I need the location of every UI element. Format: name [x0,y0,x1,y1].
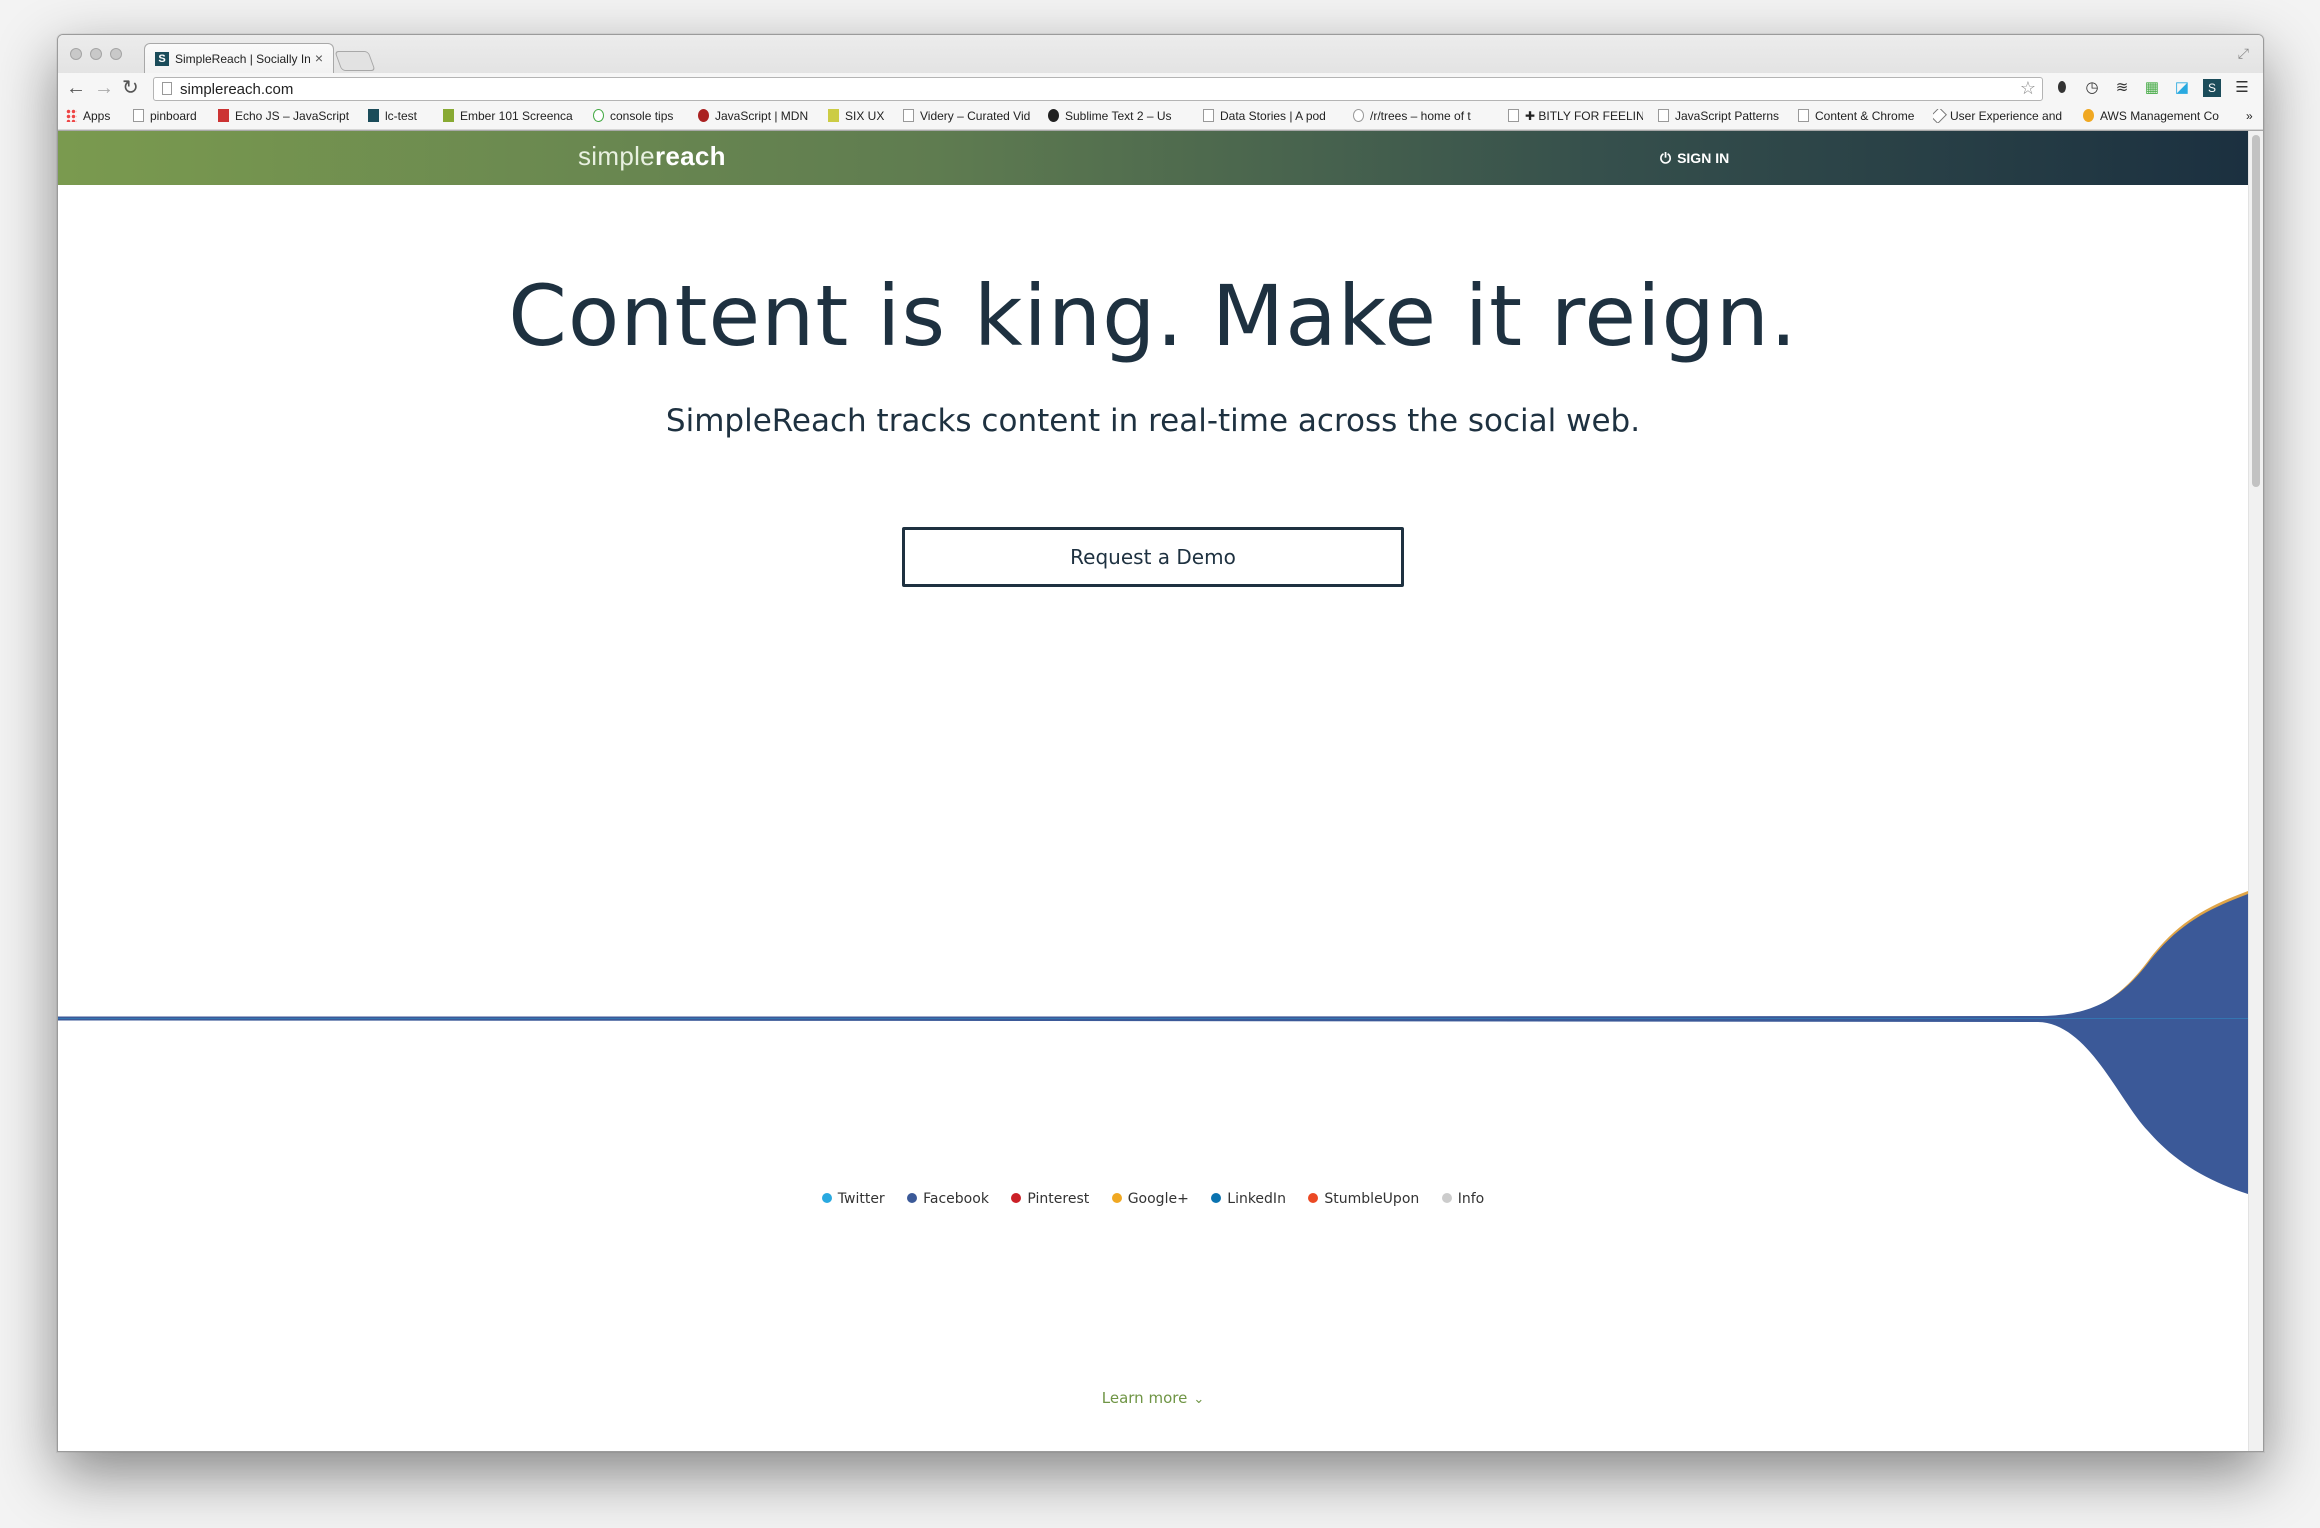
bookmark-six-ux[interactable]: SIX UX [828,109,890,123]
legend-item-facebook[interactable]: Facebook [907,1191,989,1207]
legend-item-twitter[interactable]: Twitter [821,1191,885,1207]
googleplus-stream [58,891,2248,1020]
stumbleupon-dot-icon [1308,1193,1319,1203]
legend-item-stumbleupon[interactable]: StumbleUpon [1308,1191,1419,1207]
browser-chrome: S SimpleReach | Socially Inte × ⤢ ← → ↻ … [58,35,2263,131]
bookmark-mdn[interactable]: JavaScript | MDN [698,109,813,123]
learn-more-link[interactable]: Learn more ⌄ [58,1389,2248,1407]
s-icon [368,109,379,122]
page-icon [1203,109,1214,122]
diamond-icon [1933,109,1947,123]
tab-title: SimpleReach | Socially Inte [175,52,310,66]
bookmark-user-experience[interactable]: User Experience and [1933,109,2068,123]
social-stream-graph [58,891,2248,1194]
bookmark-data-stories[interactable]: Data Stories | A pod [1203,109,1331,123]
bookmark-js-patterns[interactable]: JavaScript Patterns [1658,109,1788,123]
fullscreen-icon[interactable]: ⤢ [2238,45,2249,62]
hero-title: Content is king. Make it reign. [508,267,1798,365]
tab-close-icon[interactable]: × [315,50,323,66]
request-demo-button[interactable]: Request a Demo [902,527,1404,587]
zoom-window-button[interactable] [110,48,122,60]
twitter-stream [58,1018,2248,1019]
mdn-icon [698,109,709,122]
bookmark-apps[interactable]: Apps [66,109,122,123]
legend-item-googleplus[interactable]: Google+ [1111,1191,1189,1207]
bookmark-bitly[interactable]: ✚ BITLY FOR FEELING [1508,109,1643,123]
twitter-dot-icon [821,1193,832,1203]
github-icon [1048,109,1059,122]
page-icon [133,109,144,122]
reload-icon[interactable]: ↻ [122,78,139,98]
feather-extension-icon[interactable]: ◪ [2173,79,2191,97]
bookmark-videry[interactable]: Videry – Curated Vid [903,109,1033,123]
legend-item-pinterest[interactable]: Pinterest [1011,1191,1089,1207]
forward-icon[interactable]: → [94,78,114,98]
tab-strip: S SimpleReach | Socially Inte × ⤢ [58,35,2263,73]
apps-grid-icon [66,109,77,122]
facebook-dot-icon [907,1193,918,1203]
linkedin-dot-icon [1211,1193,1222,1203]
new-tab-button[interactable] [334,51,376,71]
bookmark-pinboard[interactable]: pinboard [133,109,203,123]
bookmark-console-tips[interactable]: console tips [593,109,683,123]
chrome-icon [593,109,604,122]
bookmark-aws[interactable]: AWS Management Co [2083,109,2223,123]
browser-toolbar: ← → ↻ simplereach.com ☆ ⬮ ◷ ≋ ▦ ◪ S ☰ [58,73,2263,105]
aws-icon [2083,109,2094,122]
page-icon [903,109,914,122]
stream-legend: Twitter Facebook Pinterest Google+ Linke… [58,1191,2248,1207]
legend-item-linkedin[interactable]: LinkedIn [1211,1191,1286,1207]
js-icon [218,109,229,122]
tab-simplereach[interactable]: S SimpleReach | Socially Inte × [144,43,334,73]
page-icon [1658,109,1669,122]
bookmark-content-chrome[interactable]: Content & Chrome [1798,109,1923,123]
power-icon: ⏻ [1660,150,1672,166]
page-scrollbar[interactable] [2248,131,2263,1451]
reddit-icon [1353,109,1364,122]
bookmark-sublime[interactable]: Sublime Text 2 – Us [1048,109,1178,123]
info-dot-icon [1441,1193,1452,1203]
address-bar[interactable]: simplereach.com ☆ [153,77,2043,101]
ember-icon [443,109,454,122]
six-icon [828,109,839,122]
simplereach-logo[interactable]: simplereach [578,141,726,172]
menu-icon[interactable]: ☰ [2233,79,2251,97]
legend-item-info[interactable]: Info [1441,1191,1484,1207]
bookmark-star-icon[interactable]: ☆ [2020,78,2036,99]
bookmark-reddit-trees[interactable]: /r/trees – home of t [1353,109,1488,123]
pinterest-dot-icon [1011,1193,1022,1203]
minimize-window-button[interactable] [90,48,102,60]
simplereach-favicon-icon: S [155,52,169,66]
url-text[interactable]: simplereach.com [180,81,293,98]
clock-extension-icon[interactable]: ◷ [2083,79,2101,97]
back-icon[interactable]: ← [66,78,86,98]
page-icon [1798,109,1809,122]
bookmark-lc-test[interactable]: lc-test [368,109,430,123]
close-window-button[interactable] [70,48,82,60]
scrollbar-thumb[interactable] [2252,135,2260,487]
bookmark-echojs[interactable]: Echo JS – JavaScript [218,109,353,123]
hero-subtitle: SimpleReach tracks content in real-time … [665,403,1641,439]
simplereach-extension-icon[interactable]: S [2203,79,2221,97]
bookmark-ember[interactable]: Ember 101 Screenca [443,109,573,123]
site-header: simplereach ⏻ SIGN IN [58,131,2248,185]
browser-window: S SimpleReach | Socially Inte × ⤢ ← → ↻ … [57,34,2264,1452]
buffer-extension-icon[interactable]: ≋ [2113,79,2131,97]
page-viewport: simplereach ⏻ SIGN IN Content is king. Ma… [58,131,2263,1451]
page-icon [162,82,172,95]
page-icon [1508,109,1519,122]
bookmarks-overflow-button[interactable]: » [2246,109,2253,123]
sign-in-link[interactable]: ⏻ SIGN IN [1660,150,1729,167]
bookmarks-bar: Apps pinboard Echo JS – JavaScript lc-te… [58,105,2263,129]
facebook-stream [58,894,2248,1194]
googleplus-dot-icon [1111,1193,1122,1203]
drop-extension-icon[interactable]: ⬮ [2053,79,2071,97]
chevron-down-icon: ⌄ [1193,1392,1205,1407]
chart-extension-icon[interactable]: ▦ [2143,79,2161,97]
